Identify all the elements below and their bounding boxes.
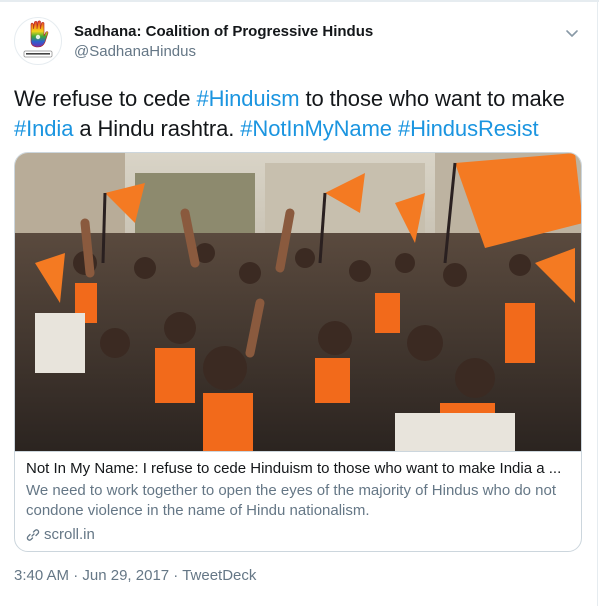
display-name[interactable]: Sadhana: Coalition of Progressive Hindus — [74, 23, 373, 41]
meta-separator: · — [169, 567, 183, 584]
hashtag-link[interactable]: #NotInMyName — [240, 116, 392, 141]
top-divider — [0, 0, 599, 2]
chevron-down-icon[interactable] — [563, 24, 581, 42]
tweet-time[interactable]: 3:40 AM — [14, 567, 69, 584]
tweet-text: We refuse to cede #Hinduism to those who… — [14, 84, 584, 144]
card-body: Not In My Name: I refuse to cede Hinduis… — [26, 459, 570, 545]
tweet-source[interactable]: TweetDeck — [182, 567, 256, 584]
tweet-text-segment: a Hindu rashtra. — [73, 116, 241, 141]
tweet-container: Sadhana: Coalition of Progressive Hindus… — [0, 0, 599, 606]
card-description: We need to work together to open the eye… — [26, 482, 557, 519]
link-icon — [26, 529, 40, 541]
link-card[interactable]: Not In My Name: I refuse to cede Hinduis… — [14, 152, 582, 552]
tweet-date[interactable]: Jun 29, 2017 — [82, 567, 169, 584]
tweet-text-segment: to those who want to make — [299, 86, 565, 111]
card-image — [15, 153, 581, 452]
card-title: Not In My Name: I refuse to cede Hinduis… — [26, 460, 562, 477]
meta-separator: · — [69, 567, 83, 584]
hashtag-link[interactable]: #Hinduism — [196, 86, 299, 111]
avatar[interactable] — [14, 17, 62, 65]
card-domain-label: scroll.in — [44, 526, 95, 543]
card-domain: scroll.in — [26, 525, 570, 545]
tweet-header: Sadhana: Coalition of Progressive Hindus… — [14, 17, 583, 67]
tweet-text-segment: We refuse to cede — [14, 86, 197, 111]
rainbow-hand-logo-icon — [23, 20, 53, 58]
tweet-meta: 3:40 AM · Jun 29, 2017 · TweetDeck — [14, 566, 256, 586]
hashtag-link[interactable]: #HindusResist — [398, 116, 539, 141]
user-names: Sadhana: Coalition of Progressive Hindus… — [74, 23, 373, 61]
hashtag-link[interactable]: #India — [14, 116, 73, 141]
user-handle[interactable]: @SadhanaHindus — [74, 43, 373, 61]
